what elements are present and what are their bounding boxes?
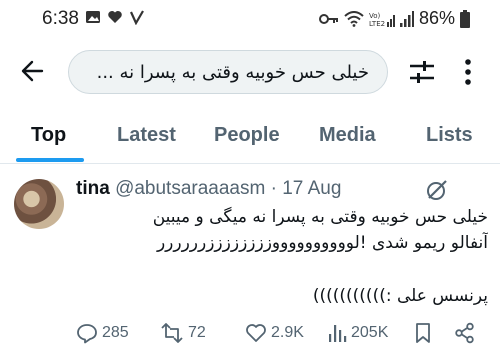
tweet-signature: پرنسس علی :))))))))))) — [312, 286, 488, 306]
heart-icon — [108, 11, 122, 23]
more-vertical-icon[interactable] — [463, 58, 473, 86]
tab-people[interactable]: People — [214, 124, 280, 147]
key-icon — [318, 13, 338, 24]
header-separator: · — [270, 178, 277, 199]
check-icon — [129, 10, 144, 25]
tab-lists[interactable]: Lists — [426, 124, 473, 147]
reply-icon — [77, 324, 97, 344]
tab-media[interactable]: Media — [319, 124, 376, 147]
status-time: 6:38 — [42, 8, 79, 29]
sliders-icon[interactable] — [408, 58, 436, 86]
status-bar: 6:38 Vo) LTE2 86% — [0, 0, 500, 38]
retweet-icon — [161, 323, 183, 343]
image-icon — [86, 11, 100, 23]
tweet-text-line-1: خیلی حس خوبیه وقتی به پسرا نه میگی و میب… — [152, 207, 488, 227]
svg-text:LTE2: LTE2 — [369, 20, 385, 28]
volte-signal-icon: Vo) LTE2 — [369, 12, 395, 28]
tweet-header: tina @abutsaraaaasm · 17 Aug — [76, 178, 341, 200]
bookmark-icon[interactable] — [414, 322, 432, 344]
arrow-left-icon[interactable] — [20, 58, 46, 84]
reply-button[interactable]: 285 — [76, 322, 129, 344]
like-count: 2.9K — [271, 324, 304, 341]
views-button[interactable]: 205K — [327, 322, 388, 344]
reply-count: 285 — [102, 324, 129, 341]
grok-icon[interactable] — [425, 178, 449, 202]
view-count: 205K — [351, 324, 389, 341]
search-input[interactable]: خیلی حس خوبیه وقتی به پسرا نه ... — [68, 50, 388, 94]
heart-outline-icon — [246, 324, 266, 342]
tweet-text-line-2: آنفالو ریمو شدی !لووووووووووززززززززرررر… — [156, 233, 488, 253]
svg-text:Vo): Vo) — [369, 12, 381, 20]
status-notification-icons — [85, 9, 145, 25]
battery-percent: 86% — [418, 8, 455, 28]
views-bar-icon — [329, 325, 347, 342]
signal-icon — [399, 10, 414, 27]
search-tabs: Top Latest People Media Lists — [0, 112, 500, 164]
share-icon[interactable] — [454, 322, 476, 344]
search-header: خیلی حس خوبیه وقتی به پسرا نه ... — [0, 42, 500, 102]
active-tab-indicator — [16, 158, 84, 162]
author-handle[interactable]: @abutsaraaaasm — [115, 178, 265, 199]
author-name[interactable]: tina — [76, 178, 110, 199]
tweet-text: خیلی حس خوبیه وقتی به پسرا نه میگی و میب… — [76, 204, 488, 256]
search-query: خیلی حس خوبیه وقتی به پسرا نه ... — [96, 62, 369, 83]
retweet-button[interactable]: 72 — [160, 322, 206, 344]
retweet-count: 72 — [188, 324, 206, 341]
like-button[interactable]: 2.9K — [245, 322, 304, 344]
tweet-actions: 285 72 2.9K 205K — [76, 322, 488, 348]
status-system-icons: Vo) LTE2 86% — [318, 8, 470, 29]
tab-top[interactable]: Top — [31, 124, 66, 147]
wifi-icon — [344, 10, 364, 27]
tab-latest[interactable]: Latest — [117, 124, 176, 147]
avatar[interactable] — [14, 179, 64, 229]
tweet-date[interactable]: 17 Aug — [282, 178, 341, 199]
battery-icon — [460, 9, 470, 28]
